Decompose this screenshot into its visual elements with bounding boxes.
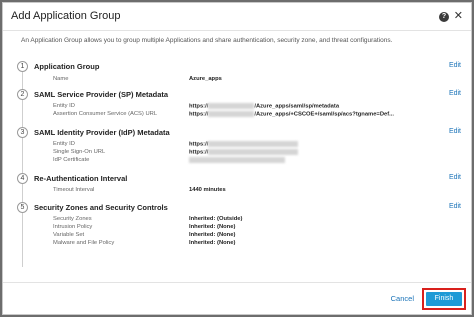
value-text: https://: [189, 149, 209, 156]
finish-highlight: Finish: [422, 288, 466, 310]
edit-application-group-link[interactable]: Edit: [449, 62, 461, 69]
field-value: Azure_apps: [189, 76, 222, 82]
value-prefix: https://: [189, 111, 209, 118]
value-text: /Azure_apps/+CSCOE+/saml/sp/acs?tgname=D…: [254, 111, 394, 118]
close-icon[interactable]: ✕: [454, 9, 463, 23]
redacted-host: [208, 111, 255, 117]
field-label: Assertion Consumer Service (ACS) URL: [53, 111, 158, 117]
redacted-value: [208, 149, 299, 155]
field-value: Inherited: (None): [189, 240, 236, 246]
step-number: 2: [17, 89, 28, 100]
field-label: Single Sign-On URL: [53, 149, 106, 155]
section-title: SAML Identity Provider (IdP) Metadata: [34, 128, 170, 137]
edit-idp-metadata-link[interactable]: Edit: [449, 128, 461, 135]
field-value: Inherited: (None): [189, 224, 236, 230]
field-value: https://: [189, 141, 299, 148]
field-label: Entity ID: [53, 141, 75, 147]
field-label: Timeout Interval: [53, 187, 95, 193]
value-text: /Azure_apps/saml/sp/metadata: [254, 103, 340, 110]
help-icon[interactable]: ?: [439, 12, 449, 22]
dialog-header: Add Application Group ? ✕: [3, 3, 471, 31]
field-label: Security Zones: [53, 216, 92, 222]
section-title: Security Zones and Security Controls: [34, 203, 168, 212]
step-number: 3: [17, 127, 28, 138]
field-label: Malware and File Policy: [53, 240, 115, 246]
dialog-title: Add Application Group: [11, 10, 121, 22]
field-label: Entity ID: [53, 103, 75, 109]
redacted-value: [208, 141, 299, 147]
dialog-description: An Application Group allows you to group…: [21, 37, 393, 44]
value-prefix: https://: [189, 103, 209, 110]
cancel-button[interactable]: Cancel: [391, 294, 414, 303]
field-label: Name: [53, 76, 69, 82]
field-label: Variable Set: [53, 232, 85, 238]
field-value: https:// /Azure_apps/+CSCOE+/saml/sp/acs?…: [189, 111, 394, 118]
step-number: 1: [17, 61, 28, 72]
redacted-certificate: [189, 157, 285, 163]
field-value: https://: [189, 149, 299, 156]
edit-reauth-interval-link[interactable]: Edit: [449, 174, 461, 181]
step-number: 5: [17, 202, 28, 213]
edit-security-zones-link[interactable]: Edit: [449, 203, 461, 210]
field-value: https:// /Azure_apps/saml/sp/metadata: [189, 103, 339, 110]
field-value: 1440 minutes: [189, 187, 226, 193]
field-value: Inherited: (None): [189, 232, 236, 238]
field-value: Inherited: (Outside): [189, 216, 243, 222]
step-number: 4: [17, 173, 28, 184]
dialog-footer: Cancel Finish: [3, 282, 471, 314]
field-label: IdP Certificate: [53, 157, 90, 163]
section-title: SAML Service Provider (SP) Metadata: [34, 90, 169, 99]
field-value: [189, 157, 285, 164]
field-label: Intrusion Policy: [53, 224, 93, 230]
redacted-host: [208, 103, 255, 109]
add-application-group-dialog: Add Application Group ? ✕ An Application…: [2, 2, 472, 315]
section-title: Re-Authentication Interval: [34, 174, 128, 183]
section-title: Application Group: [34, 62, 100, 71]
edit-sp-metadata-link[interactable]: Edit: [449, 90, 461, 97]
finish-button[interactable]: Finish: [426, 292, 462, 306]
value-text: https://: [189, 141, 209, 148]
dialog-body: 1 Application Group Edit Name Azure_apps…: [3, 53, 471, 283]
